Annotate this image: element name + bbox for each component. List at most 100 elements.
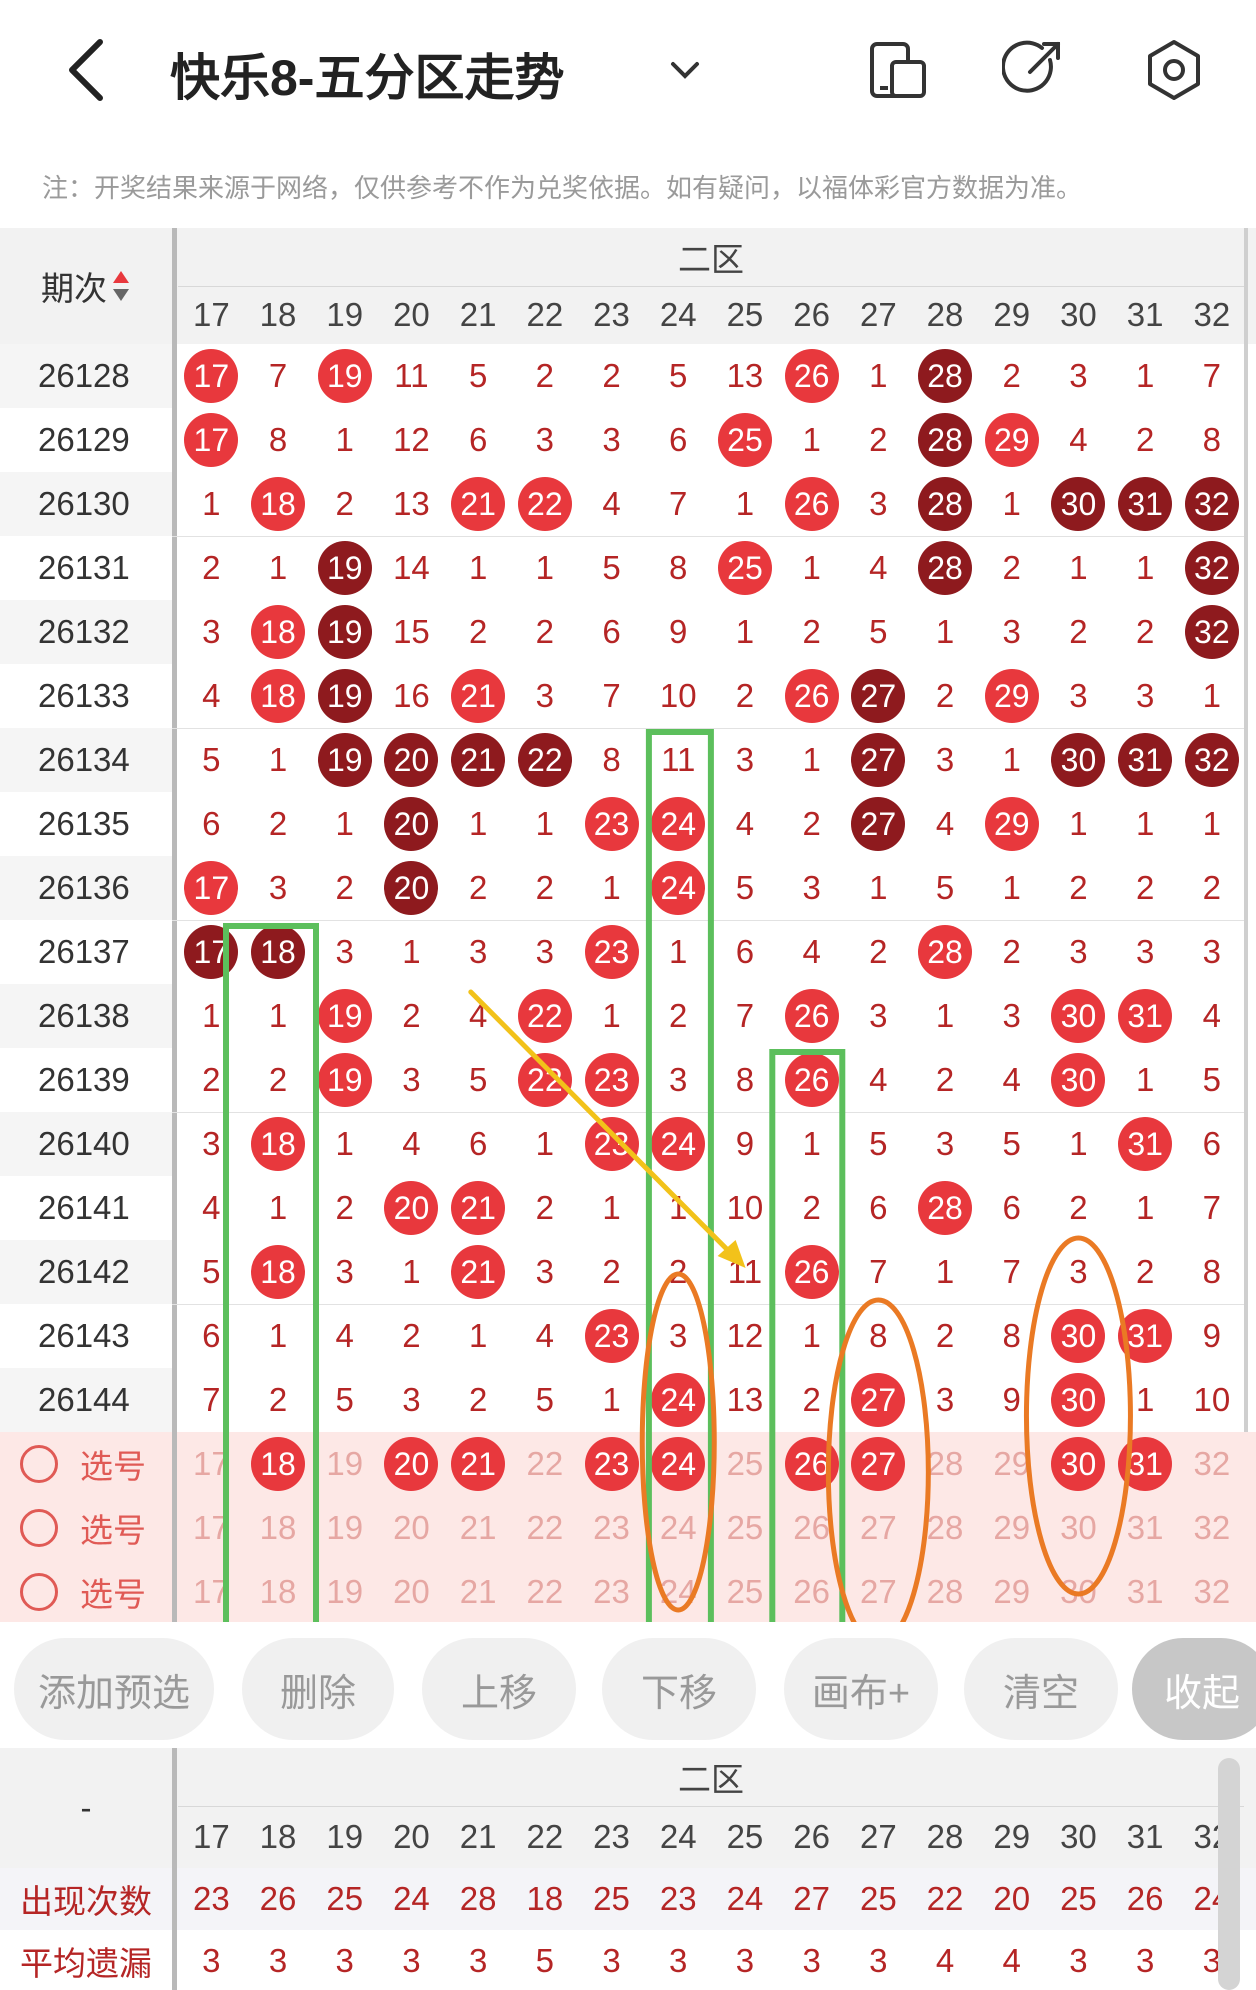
share-icon[interactable] [1002, 38, 1066, 102]
omission-value: 4 [402, 1125, 421, 1162]
stats-column-header: 31 [1126, 1818, 1164, 1855]
pick-row-selector[interactable]: 选号 [20, 1496, 146, 1560]
omission-value: 7 [268, 357, 288, 394]
pick-ball[interactable]: 17 [178, 1496, 245, 1560]
pick-row-selector[interactable]: 选号 [20, 1432, 146, 1496]
pick-ball[interactable]: 21 [445, 1496, 512, 1560]
radio-icon[interactable] [20, 1573, 58, 1611]
pick-ball[interactable]: 22 [512, 1560, 579, 1622]
scrollbar[interactable] [1218, 1758, 1240, 1990]
pick-ball[interactable]: 29 [978, 1560, 1045, 1622]
column-divider-pick [172, 1432, 177, 1622]
drawn-number-ball: 20 [384, 861, 439, 915]
stats-column-header: 28 [926, 1818, 964, 1855]
pick-ball-selected[interactable]: 26 [784, 1437, 839, 1491]
clear-button[interactable]: 清空 [964, 1638, 1118, 1740]
pick-ball[interactable]: 19 [311, 1496, 378, 1560]
pick-ball[interactable]: 17 [178, 1432, 245, 1496]
omission-value: 2 [535, 613, 555, 650]
pick-ball-selected[interactable]: 27 [851, 1437, 906, 1491]
device-switch-icon[interactable] [866, 38, 930, 102]
drawn-number-ball: 23 [584, 925, 639, 979]
pick-ball[interactable]: 31 [1112, 1496, 1179, 1560]
omission-value: 2 [535, 357, 555, 394]
drawn-number-ball: 18 [251, 605, 306, 659]
canvas-plus-button[interactable]: 画布+ [784, 1638, 938, 1740]
pick-ball[interactable]: 22 [512, 1496, 579, 1560]
pick-ball[interactable]: 32 [1179, 1560, 1246, 1622]
stats-value: 3 [869, 1942, 888, 1979]
pick-ball-selected[interactable]: 31 [1118, 1437, 1173, 1491]
radio-icon[interactable] [20, 1509, 58, 1547]
add-preselect-button[interactable]: 添加预选 [14, 1638, 214, 1740]
pick-ball[interactable]: 24 [645, 1496, 712, 1560]
pick-ball[interactable]: 21 [445, 1560, 512, 1622]
omission-value: 7 [1202, 1189, 1222, 1226]
omission-value: 1 [669, 933, 688, 970]
pick-ball[interactable]: 20 [378, 1496, 445, 1560]
collapse-button[interactable]: 收起 [1132, 1638, 1256, 1740]
pick-ball[interactable]: 32 [1179, 1432, 1246, 1496]
omission-value: 2 [202, 1061, 221, 1098]
delete-button[interactable]: 删除 [242, 1638, 394, 1740]
omission-value: 10 [659, 677, 697, 714]
chevron-down-icon[interactable] [665, 50, 705, 90]
pick-ball-selected[interactable]: 24 [651, 1437, 706, 1491]
pick-ball[interactable]: 30 [1045, 1496, 1112, 1560]
omission-value: 2 [935, 677, 955, 714]
move-up-button[interactable]: 上移 [422, 1638, 576, 1740]
pick-ball-selected[interactable]: 21 [451, 1437, 506, 1491]
pick-ball[interactable]: 18 [245, 1496, 312, 1560]
pick-ball[interactable]: 28 [912, 1560, 979, 1622]
pick-ball[interactable]: 32 [1179, 1496, 1246, 1560]
pick-ball[interactable]: 19 [311, 1560, 378, 1622]
omission-value: 4 [869, 1061, 888, 1098]
pick-ball[interactable]: 24 [645, 1560, 712, 1622]
omission-value: 1 [602, 997, 621, 1034]
drawn-number-ball: 22 [517, 1053, 572, 1107]
omission-value: 1 [602, 869, 621, 906]
omission-value: 6 [869, 1189, 888, 1226]
pick-ball[interactable]: 20 [378, 1560, 445, 1622]
back-arrow-icon[interactable] [60, 30, 120, 110]
pick-ball[interactable]: 30 [1045, 1560, 1112, 1622]
pick-ball[interactable]: 19 [311, 1432, 378, 1496]
omission-value: 5 [602, 549, 621, 586]
pick-ball[interactable]: 26 [778, 1496, 845, 1560]
omission-value: 1 [335, 1125, 354, 1162]
page-title[interactable]: 快乐8-五分区走势 [170, 38, 564, 110]
pick-ball[interactable]: 25 [712, 1432, 779, 1496]
pick-ball[interactable]: 17 [178, 1560, 245, 1622]
pick-ball[interactable]: 22 [512, 1432, 579, 1496]
radio-icon[interactable] [20, 1445, 58, 1483]
omission-value: 3 [335, 933, 354, 970]
pick-ball[interactable]: 29 [978, 1496, 1045, 1560]
move-down-button[interactable]: 下移 [602, 1638, 756, 1740]
pick-ball[interactable]: 25 [712, 1560, 779, 1622]
pick-ball[interactable]: 28 [912, 1496, 979, 1560]
pick-ball[interactable]: 25 [712, 1496, 779, 1560]
drawn-number-ball: 17 [184, 413, 239, 467]
pick-ball[interactable]: 29 [978, 1432, 1045, 1496]
pick-ball[interactable]: 26 [778, 1560, 845, 1622]
period-number: 26134 [38, 741, 130, 778]
omission-value: 2 [402, 1317, 421, 1354]
omission-value: 2 [802, 1189, 821, 1226]
period-header[interactable]: 期次 [0, 228, 172, 344]
omission-value: 2 [202, 549, 221, 586]
pick-ball[interactable]: 28 [912, 1432, 979, 1496]
pick-ball[interactable]: 18 [245, 1560, 312, 1622]
pick-row-selector[interactable]: 选号 [20, 1560, 146, 1622]
pick-ball[interactable]: 23 [578, 1496, 645, 1560]
pick-ball[interactable]: 31 [1112, 1560, 1179, 1622]
pick-ball[interactable]: 27 [845, 1560, 912, 1622]
pick-ball-selected[interactable]: 18 [251, 1437, 306, 1491]
drawn-number-ball: 30 [1051, 1309, 1106, 1363]
omission-value: 6 [468, 1125, 488, 1162]
stats-column-header: 23 [593, 1818, 630, 1855]
pick-ball-selected[interactable]: 23 [584, 1437, 639, 1491]
pick-ball[interactable]: 27 [845, 1496, 912, 1560]
pick-ball[interactable]: 23 [578, 1560, 645, 1622]
column-header: 31 [1126, 296, 1164, 333]
settings-icon[interactable] [1142, 38, 1206, 102]
